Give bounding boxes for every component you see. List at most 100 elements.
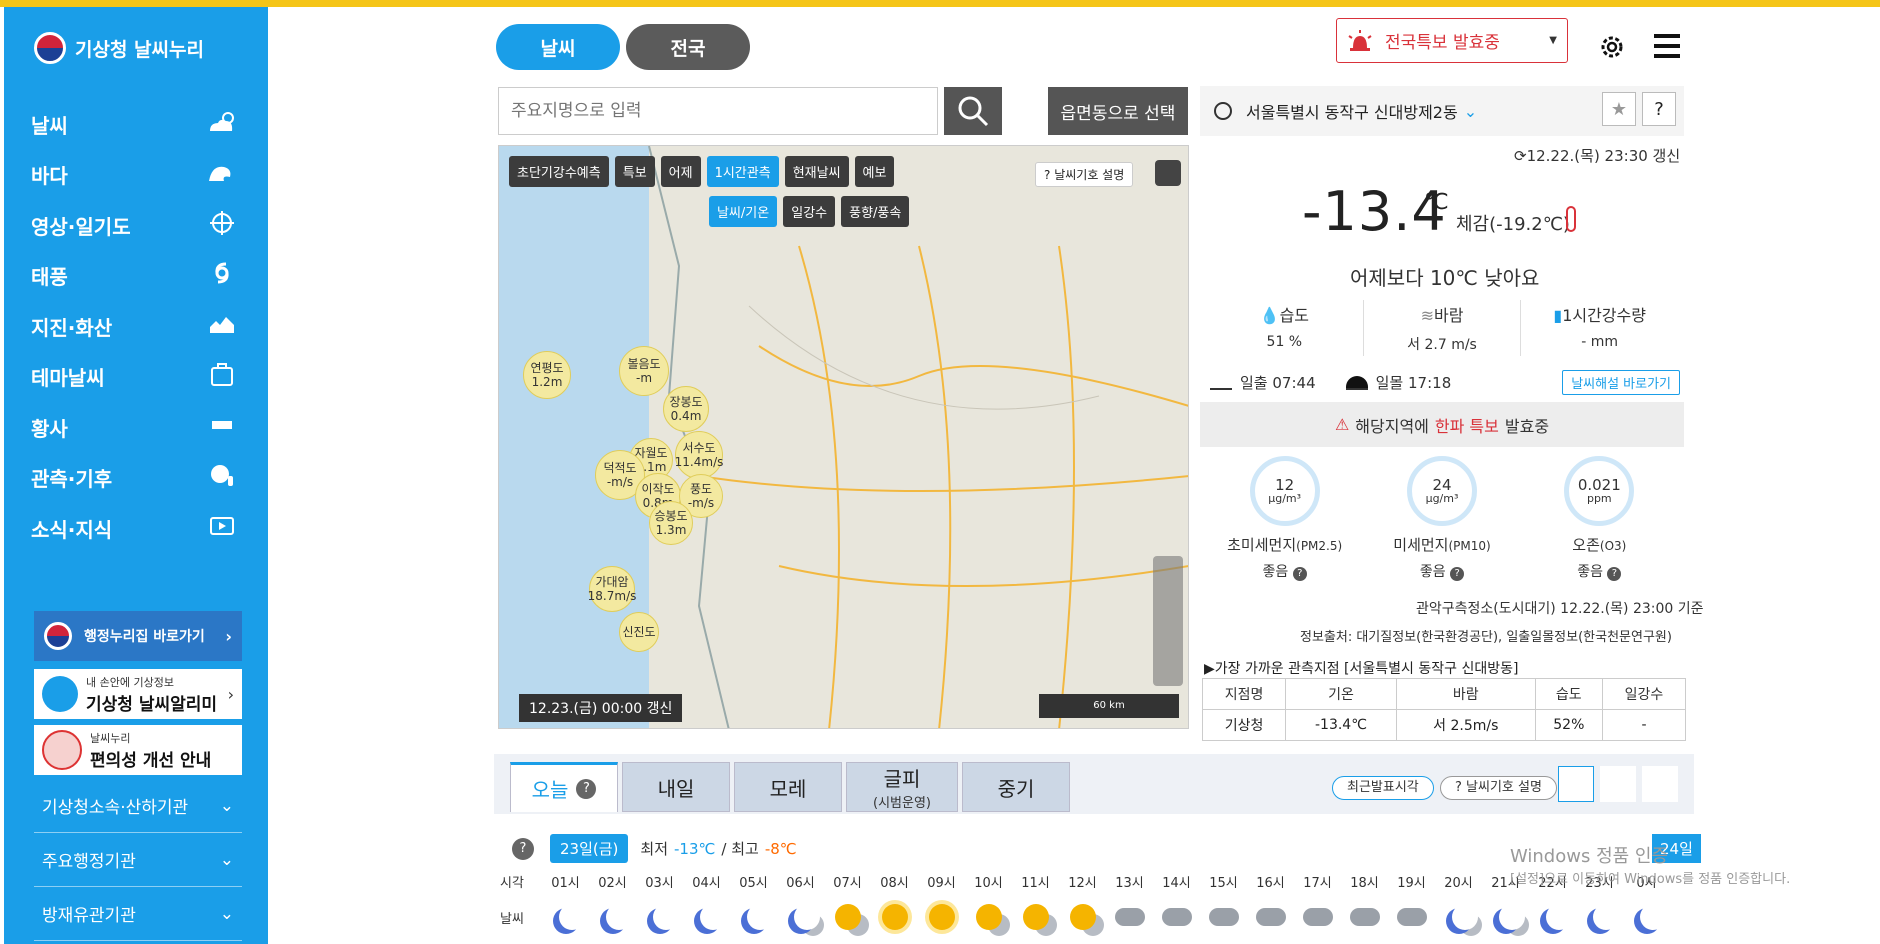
sidebar-item-5[interactable]: 테마날씨 bbox=[4, 352, 268, 403]
hour-label: 19시 bbox=[1397, 876, 1426, 891]
help-icon[interactable]: ? bbox=[1607, 567, 1622, 581]
usability-small: 날씨누리 bbox=[90, 731, 131, 745]
search-input[interactable] bbox=[498, 87, 938, 135]
map-sub-tabs: 날씨/기온 일강수 풍향/풍속 bbox=[709, 196, 910, 227]
siren-icon: ⚠ bbox=[1334, 415, 1350, 434]
org-link-affiliates[interactable]: 기상청소속·산하기관 ⌄ bbox=[34, 779, 242, 833]
search-icon bbox=[958, 96, 989, 127]
hour-label: 02시 bbox=[598, 876, 627, 891]
sidebar-item-8[interactable]: 소식·지식 bbox=[4, 503, 268, 554]
sunset-time: 17:18 bbox=[1408, 373, 1452, 392]
help-icon[interactable]: ? bbox=[1292, 567, 1307, 581]
bar-chart-view-icon[interactable] bbox=[1600, 766, 1636, 802]
nearest-station-title: ▶가장 가까운 관측지점 [서울특별시 동작구 신대방동] bbox=[1204, 661, 1519, 677]
gear-icon[interactable] bbox=[1597, 32, 1627, 62]
tab-nation[interactable]: 전국 bbox=[626, 24, 750, 70]
sidebar-item-6[interactable]: 황사 bbox=[4, 402, 268, 453]
air-grade: 좋음 bbox=[1262, 564, 1289, 580]
usability-title: 편의성 개선 안내 bbox=[90, 750, 212, 771]
nearest-station-table: 지점명 기온 바람 습도 일강수 기상청 -13.4℃ 서 2.5m/s 52%… bbox=[1201, 678, 1687, 741]
map-legend-button[interactable]: ? 날씨기호 설명 bbox=[1035, 162, 1134, 187]
col-wind: 바람 bbox=[1395, 678, 1536, 710]
compare-yesterday: 어제보다 10℃ 낮아요 bbox=[1350, 266, 1540, 290]
map-subtab-daily-rain[interactable]: 일강수 bbox=[783, 196, 836, 227]
map-timestamp: 12.23.(금) 00:00 갱신 bbox=[519, 694, 683, 722]
map-station-bubble[interactable]: 승봉도 1.3m bbox=[649, 501, 693, 545]
line-chart-view-icon[interactable] bbox=[1558, 766, 1594, 802]
map-tab-forecast[interactable]: 예보 bbox=[854, 156, 895, 187]
nationwide-alert-dropdown[interactable]: 전국특보 발효중 ▼ bbox=[1336, 18, 1568, 63]
refresh-icon: ⟳ bbox=[1514, 147, 1527, 165]
station-value: 1.3m bbox=[655, 523, 687, 537]
tab-tomorrow[interactable]: 내일 bbox=[622, 762, 730, 812]
weather-cell bbox=[683, 904, 730, 930]
help-button[interactable]: ? bbox=[1642, 92, 1676, 126]
map-tab-warning[interactable]: 특보 bbox=[614, 156, 655, 187]
col-humidity: 습도 bbox=[1534, 678, 1603, 710]
map-tab-hourly-obs[interactable]: 1시간관측 bbox=[706, 156, 779, 187]
help-icon[interactable]: ? bbox=[1450, 567, 1465, 581]
air-quality: 12 μg/m³ 초미세먼지(PM2.5) 좋음 ? 24 μg/m³ 미세먼지(PM10)… bbox=[1206, 456, 1678, 581]
sidebar-item-0[interactable]: 날씨 bbox=[4, 99, 268, 150]
admin-portal-link[interactable]: 행정누리집 바로가기 › bbox=[34, 611, 242, 661]
cloud-icon bbox=[1161, 908, 1192, 926]
air-source: 관악구측정소(도시대기) 12.22.(목) 23:00 기준 bbox=[1416, 601, 1704, 617]
menu-icon[interactable] bbox=[1654, 34, 1680, 60]
alarm-app-title: 기상청 날씨알리미 bbox=[86, 694, 218, 715]
map-tab-nowcast[interactable]: 초단기강수예측 bbox=[509, 156, 609, 187]
recent-release-button[interactable]: 최근발표시각 bbox=[1332, 776, 1434, 800]
weather-alarm-app-link[interactable]: 내 손안에 기상정보 기상청 날씨알리미 › bbox=[34, 669, 242, 719]
external-link-icon[interactable] bbox=[1155, 160, 1181, 186]
map-station-bubble[interactable]: 가대암 18.7m/s bbox=[588, 566, 636, 612]
org-link-disaster[interactable]: 방재유관기관 ⌄ bbox=[34, 887, 242, 941]
map-subtab-weather-temp[interactable]: 날씨/기온 bbox=[709, 196, 778, 227]
droplet-icon: 💧 bbox=[1259, 306, 1280, 325]
org-link-admin[interactable]: 주요행정기관 ⌄ bbox=[34, 833, 242, 887]
map-station-bubble[interactable]: 서수도 11.4m/s bbox=[675, 431, 723, 479]
tab-weather[interactable]: 날씨 bbox=[496, 24, 620, 70]
sidebar-item-7[interactable]: 관측·기후 bbox=[4, 453, 268, 504]
favorite-button[interactable]: ★ bbox=[1602, 92, 1636, 126]
map-subtab-wind[interactable]: 풍향/풍속 bbox=[841, 196, 910, 227]
tab-day-after[interactable]: 모레 bbox=[734, 762, 842, 812]
sunrise-icon bbox=[1210, 376, 1232, 390]
sidebar-item-1[interactable]: 바다 bbox=[4, 150, 268, 201]
map-station-bubble[interactable]: 연평도 1.2m bbox=[523, 351, 571, 399]
stat-rain: ▮1시간강수량 - mm bbox=[1553, 306, 1646, 350]
map-tab-yesterday[interactable]: 어제 bbox=[660, 156, 701, 187]
brand-logo[interactable]: 기상청 날씨누리 bbox=[34, 32, 204, 64]
windows-watermark: Windows 정품 인증 bbox=[1510, 846, 1669, 867]
usability-notice-link[interactable]: 날씨누리 편의성 개선 안내 bbox=[34, 725, 242, 775]
sidebar-item-3[interactable]: 태풍 bbox=[4, 251, 268, 302]
table-row: 기상청 -13.4℃ 서 2.5m/s 52% - bbox=[1201, 709, 1687, 741]
sidebar-item-label: 바다 bbox=[31, 164, 68, 189]
map-station-bubble[interactable]: 신진도 bbox=[619, 612, 659, 652]
hour-label: 18시 bbox=[1350, 876, 1379, 891]
regional-warning[interactable]: ⚠ 해당지역에 한파 특보 발효중 bbox=[1200, 402, 1684, 447]
suitcase-icon bbox=[206, 361, 238, 392]
map-station-bubble[interactable]: 장봉도 0.4m bbox=[663, 386, 709, 432]
tab-midterm[interactable]: 중기 bbox=[962, 762, 1070, 812]
weather-cell bbox=[542, 904, 589, 930]
map-tab-current[interactable]: 현재날씨 bbox=[784, 156, 849, 187]
info-source: 정보출처: 대기질정보(한국환경공단), 일출일몰정보(한국천문연구원) bbox=[1300, 630, 1672, 645]
select-area-button[interactable]: 읍면동으로 선택 bbox=[1048, 87, 1188, 135]
map-zoom-controls[interactable] bbox=[1153, 556, 1183, 686]
map-station-bubble[interactable]: 볼음도 -m bbox=[619, 346, 669, 396]
weather-map[interactable]: 초단기강수예측 특보 어제 1시간관측 현재날씨 예보 날씨/기온 일강수 풍향… bbox=[498, 145, 1189, 729]
weather-explain-button[interactable]: 날씨해설 바로가기 bbox=[1562, 370, 1680, 395]
hour-label: 10시 bbox=[974, 876, 1003, 891]
tab-today[interactable]: 오늘? bbox=[510, 762, 618, 812]
table-view-icon[interactable] bbox=[1642, 766, 1678, 802]
search-button[interactable] bbox=[944, 87, 1002, 135]
forecast-legend-button[interactable]: ? 날씨기호 설명 bbox=[1440, 776, 1557, 800]
sun-cloud-icon bbox=[1022, 904, 1049, 930]
col-rain: 일강수 bbox=[1601, 678, 1687, 710]
sidebar-item-2[interactable]: 영상·일기도 bbox=[4, 200, 268, 251]
hour-label: 12시 bbox=[1068, 876, 1097, 891]
tab-3days[interactable]: 글피 (시범운영) bbox=[846, 762, 958, 812]
sidebar-item-4[interactable]: 지진·화산 bbox=[4, 301, 268, 352]
help-icon[interactable]: ? bbox=[512, 837, 534, 860]
alarm-app-icon bbox=[42, 676, 78, 712]
cloud-icon bbox=[1114, 908, 1145, 926]
